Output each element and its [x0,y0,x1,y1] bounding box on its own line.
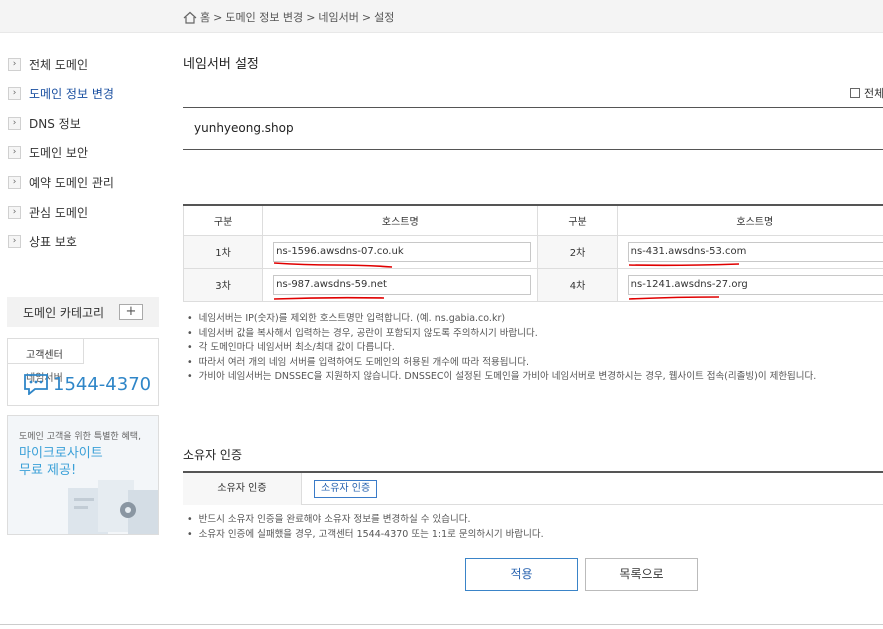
note-item: 네임서버 값을 복사해서 입력하는 경우, 공란이 포함되지 않도록 주의하시기… [187,327,816,342]
sidebar-item-label: DNS 정보 [29,117,81,131]
select-all-checkbox[interactable]: 전체 [850,85,883,101]
column-header: 호스트명 [262,204,539,236]
input-cell: ns-1596.awsdns-07.co.uk [262,234,539,269]
chevron-right-icon: › [8,146,21,159]
row-label: 1차 [182,234,264,269]
red-underline [628,295,719,300]
chevron-right-icon: › [8,235,21,248]
apply-button[interactable]: 적용 [465,558,578,591]
divider [0,624,883,625]
breadcrumb-home[interactable]: 홈 [200,9,210,25]
breadcrumb: 홈 > 도메인 정보 변경 > 네임서버 > 설정 [183,9,394,25]
nameserver-table: 구분 호스트명 구분 호스트명 1차 ns-1596.awsdns-07.co.… [182,204,883,302]
input-value: ns-987.awsdns-59.net [276,278,387,290]
note-item: 각 도메인마다 네임서버 최소/최대 값이 다릅니다. [187,341,816,356]
input-value: ns-431.awsdns-53.com [630,245,747,257]
owner-auth-row: 소유자 인증 소유자 인증 [183,471,883,505]
note-item: 소유자 인증에 실패했을 경우, 고객센터 1544-4370 또는 1:1로 … [187,528,544,543]
sidebar-item-security[interactable]: › 도메인 보안 [8,144,88,161]
chat-bubble-icon [24,374,48,395]
sidebar-item-dns[interactable]: › DNS 정보 [8,115,81,132]
sidebar-item-all-domains[interactable]: › 전체 도메인 [8,56,88,73]
chevron-right-icon: › [8,87,21,100]
owner-auth-label: 소유자 인증 [183,473,302,505]
checkbox[interactable] [850,88,860,98]
chevron-right-icon: › [8,176,21,189]
owner-notes: 반드시 소유자 인증을 완료해야 소유자 정보를 변경하실 수 있습니다. 소유… [187,513,544,542]
breadcrumb-item[interactable]: 도메인 정보 변경 [225,9,303,25]
chevron-right-icon: › [8,117,21,130]
input-cell: ns-1241.awsdns-27.org [616,267,883,302]
sidebar-item-label: 예약 도메인 관리 [29,176,114,190]
red-underline [274,296,385,300]
sidebar-item-label: 도메인 정보 변경 [29,87,114,101]
sidebar-item-reserved[interactable]: › 예약 도메인 관리 [8,174,114,191]
promo-title-line: 무료 제공! [19,463,77,478]
domain-category-label: 도메인 카테고리 [23,305,105,320]
input-value: ns-1241.awsdns-27.org [630,278,748,290]
column-header: 구분 [537,204,618,236]
note-item: 가비아 네임서버는 DNSSEC을 지원하지 않습니다. DNSSEC이 설정된… [187,370,817,385]
sidebar-item-watchlist[interactable]: › 관심 도메인 [8,204,88,221]
page-title: 네임서버 설정 [183,57,259,72]
breadcrumb-sep: > [306,10,316,24]
sidebar-item-label: 전체 도메인 [29,58,89,72]
note-item: 네임서버는 IP(숫자)를 제외한 호스트명만 입력합니다. (예. ns.ga… [187,312,816,327]
sidebar-item-label: 관심 도메인 [29,206,89,220]
cs-phone: 1544-4370 [23,373,151,395]
home-icon[interactable] [183,11,197,24]
cs-phone-number: 1544-4370 [53,373,152,395]
promo-title-line: 마이크로사이트 [19,446,103,461]
customer-center-tab[interactable]: 고객센터 [8,339,84,364]
table-row: 3차 ns-987.awsdns-59.net 4차 ns-1241.awsdn… [182,267,883,302]
input-cell: ns-987.awsdns-59.net [262,267,539,302]
add-category-button[interactable]: + [119,304,143,320]
note-item: 반드시 소유자 인증을 완료해야 소유자 정보를 변경하실 수 있습니다. [187,513,544,528]
microsite-illustration [68,480,158,534]
table-row: 1차 ns-1596.awsdns-07.co.uk 2차 ns-431.aws… [182,234,883,269]
breadcrumb-sep: > [213,10,223,24]
sidebar-item-trademark[interactable]: › 상표 보호 [8,233,77,250]
promo-banner[interactable]: 도메인 고객을 위한 특별한 혜택, 마이크로사이트 무료 제공! [7,415,159,535]
owner-auth-button[interactable]: 소유자 인증 [314,480,378,498]
input-cell: ns-431.awsdns-53.com [616,234,883,269]
domain-category[interactable]: 도메인 카테고리 + [7,297,159,327]
input-value: ns-1596.awsdns-07.co.uk [276,245,404,257]
chevron-right-icon: › [8,206,21,219]
back-to-list-button[interactable]: 목록으로 [585,558,698,591]
breadcrumb-item[interactable]: 네임서버 [318,9,358,25]
promo-subtitle: 도메인 고객을 위한 특별한 혜택, [19,432,141,442]
nameserver-2-input[interactable]: ns-431.awsdns-53.com [627,241,883,266]
column-header: 구분 [182,204,264,236]
nameserver-4-input[interactable]: ns-1241.awsdns-27.org [627,274,883,300]
chevron-right-icon: › [8,58,21,71]
red-underline [628,262,739,266]
divider [183,149,883,150]
promo-title: 마이크로사이트 무료 제공! [19,445,103,479]
column-header: 호스트명 [616,204,883,236]
sidebar-item-label: 도메인 보안 [29,146,89,160]
row-label: 2차 [537,234,618,269]
nameserver-1-input[interactable]: ns-1596.awsdns-07.co.uk [273,241,532,268]
sidebar-item-domain-info[interactable]: › 도메인 정보 변경 [8,85,114,102]
breadcrumb-item: 설정 [374,11,395,24]
red-underline [274,261,393,268]
nameserver-notes: 네임서버는 IP(숫자)를 제외한 호스트명만 입력합니다. (예. ns.ga… [187,312,817,385]
domain-name: yunhyeong.shop [194,121,294,135]
nameserver-3-input[interactable]: ns-987.awsdns-59.net [273,274,532,300]
table-header-row: 구분 호스트명 구분 호스트명 [182,204,883,236]
select-all-label: 전체 [864,87,883,100]
owner-section-title: 소유자 인증 [183,448,243,462]
divider [183,107,883,108]
breadcrumb-sep: > [361,10,372,24]
note-item: 따라서 여러 개의 네임 서버를 입력하여도 도메인의 허용된 개수에 따라 적… [187,356,816,371]
sidebar-item-label: 상표 보호 [29,235,77,249]
customer-center-box: 고객센터 네임서버 1544-4370 [7,338,159,406]
row-label: 4차 [537,267,618,302]
top-bar [0,0,883,33]
row-label: 3차 [182,267,264,302]
